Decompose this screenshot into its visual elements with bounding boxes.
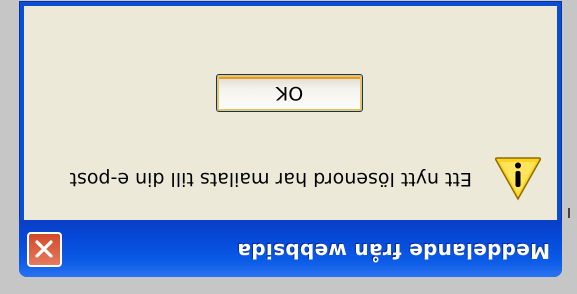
desktop-background: Meddelande från webbsida Ett nytt löseno (0, 0, 577, 294)
ok-button[interactable]: OK (216, 74, 363, 112)
dialog-titlebar[interactable]: Meddelande från webbsida (19, 220, 562, 277)
dialog-body: Ett nytt lösenord har mailats till din e… (24, 6, 557, 220)
dialog-message: Ett nytt lösenord har mailats till din e… (69, 168, 472, 190)
close-button[interactable] (27, 232, 62, 267)
dialog-title: Meddelande från webbsida (237, 239, 550, 263)
ok-button-label: OK (275, 82, 304, 104)
window-edge-marker (568, 208, 570, 218)
alert-dialog: Meddelande från webbsida Ett nytt löseno (19, 1, 562, 277)
close-icon (34, 239, 56, 261)
warning-icon (493, 156, 543, 202)
